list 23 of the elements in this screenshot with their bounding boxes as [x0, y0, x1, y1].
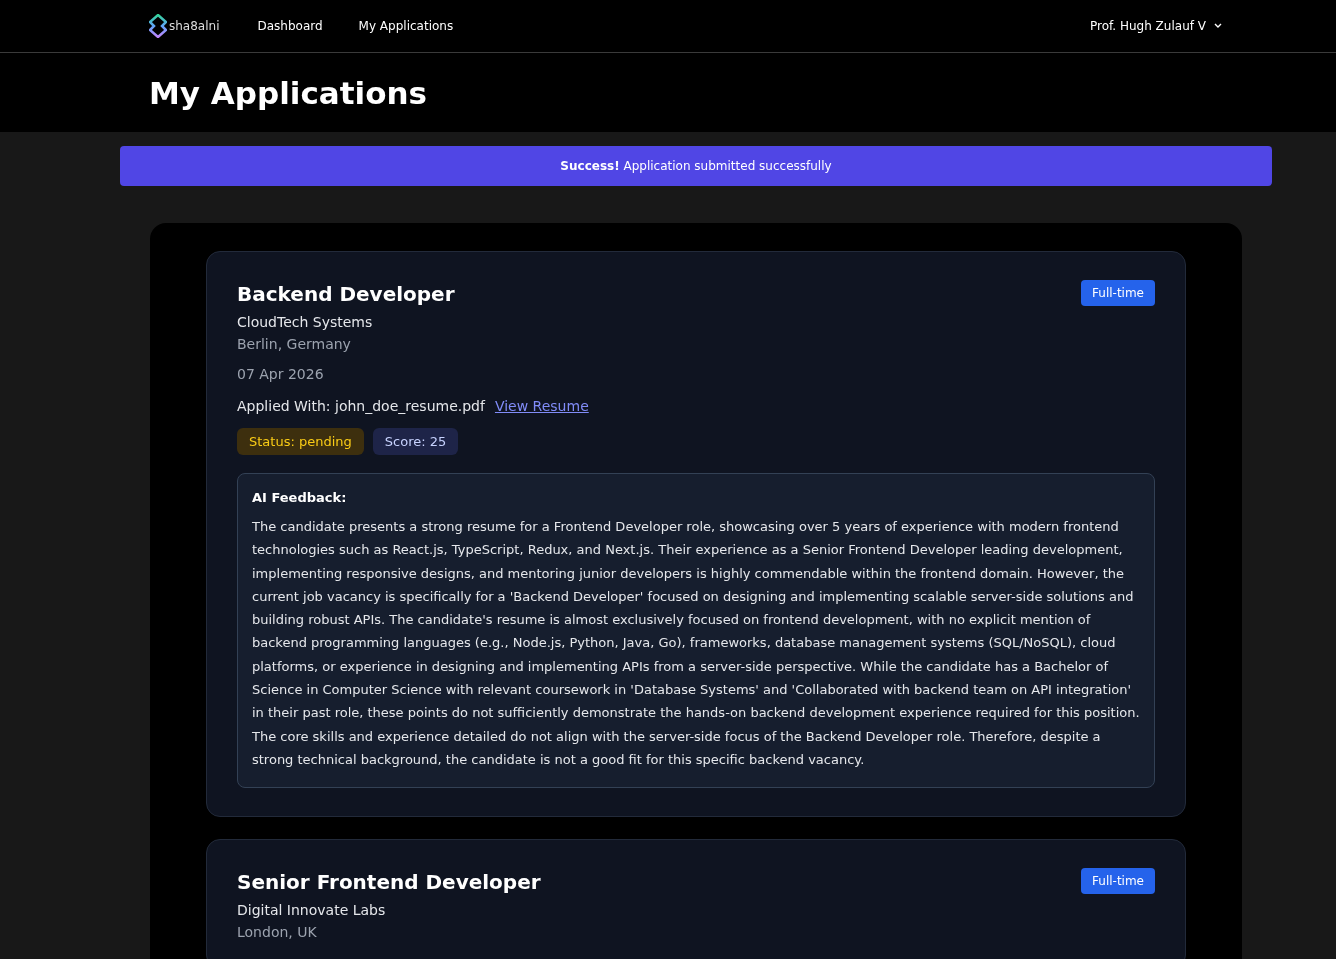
nav-link[interactable]: My Applications	[358, 15, 454, 37]
logo-text: sha8alni	[169, 19, 220, 33]
page-title: My Applications	[149, 74, 428, 111]
applied-date: 07 Apr 2026	[237, 366, 325, 382]
company-name: Digital Innovate Labs	[237, 902, 387, 919]
job-type-badge: Full-time	[1081, 280, 1155, 306]
job-title: Senior Frontend Developer	[237, 870, 541, 895]
status-badge: Status: pending	[237, 428, 364, 455]
success-alert: Success! Application submitted successfully	[120, 146, 1272, 186]
chevron-down-icon	[1214, 23, 1222, 29]
applied-with-text: Applied With: john_doe_resume.pdf	[237, 398, 485, 414]
view-resume-link[interactable]: View Resume	[494, 398, 589, 414]
job-location: Berlin, Germany	[237, 336, 352, 352]
company-name: CloudTech Systems	[237, 314, 374, 330]
job-title: Backend Developer	[237, 282, 455, 306]
job-location: London, UK	[237, 924, 318, 941]
nav-link[interactable]: Dashboard	[257, 15, 323, 37]
job-type-badge: Full-time	[1081, 868, 1155, 895]
user-menu[interactable]: Prof. Hugh Zulauf V	[1083, 18, 1228, 34]
logo-icon	[149, 14, 167, 38]
score-badge: Score: 25	[372, 428, 459, 455]
feedback-text: The candidate presents a strong resume for a Frontend Developer role, showcasing over 5 years of experience with modern frontend technologies such as React.js, TypeScript, Redux, and Next.js. Their experience as a Senior Frontend Developer leading development, implementing responsive designs, and mentoring junior developers is highly commendable within the frontend domain. However, the current job vacancy is specifically for a 'Backend Developer' focused on designing and implementing scalable server-side solutions and building robust APIs. The candidate's resume is almost exclusively focused on frontend development, with no explicit mention of backend programming languages (e.g., Node.js, Python, Java, Go), frameworks, database management systems (SQL/NoSQL), cloud platforms, or experience in designing and implementing APIs from a server-side perspective. While the candidate has a Bachelor of Science in Computer Science with relevant coursework in 'Database Systems' and 'Collaborated with backend team on API integration' in their past role, these points do not sufficiently demonstrate the hands-on backend development experience required for this position. The core skills and experience detailed do not align with the server-side focus of the Backend Developer role. Therefore, despite a strong technical background, the candidate is not a good fit for this specific backend vacancy.	[252, 518, 1140, 769]
feedback-label: AI Feedback:	[252, 490, 348, 505]
